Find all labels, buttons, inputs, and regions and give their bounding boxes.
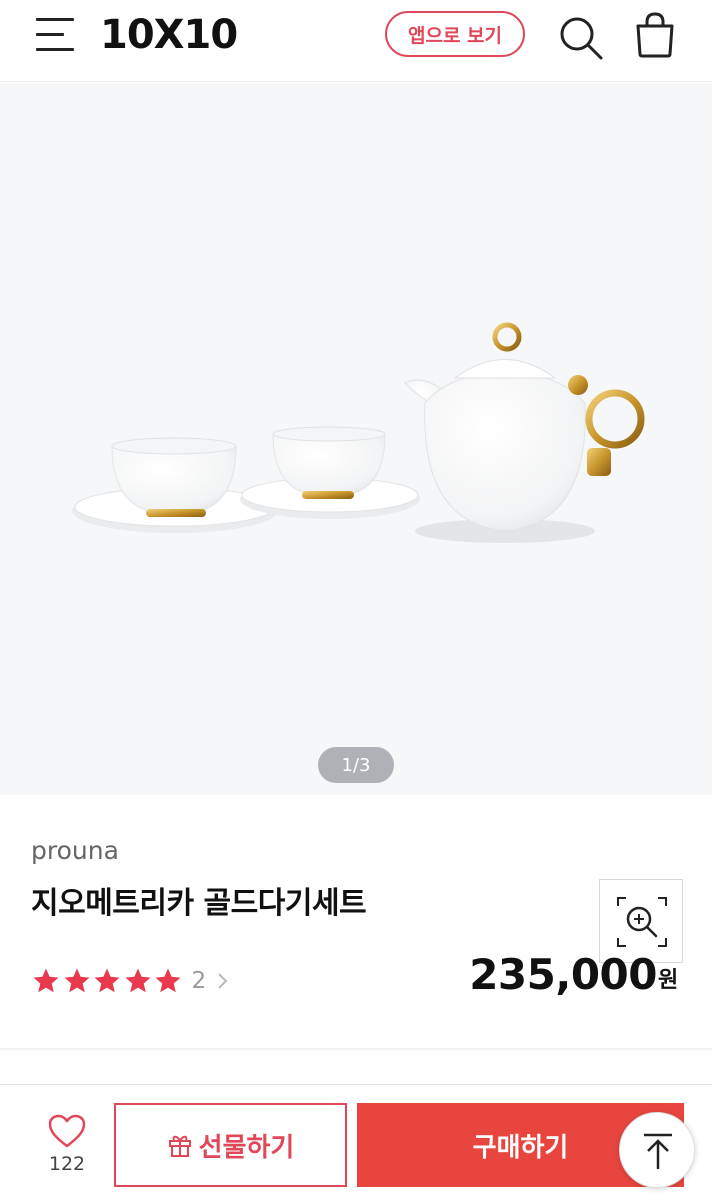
- review-count: 2: [191, 968, 207, 994]
- open-in-app-button[interactable]: 앱으로 보기: [385, 11, 525, 57]
- currency-unit: 원: [658, 968, 679, 993]
- section-divider: [0, 1048, 712, 1050]
- star-icon: [64, 968, 89, 993]
- menu-icon[interactable]: [36, 18, 76, 54]
- top-header: 10X10 앱으로 보기: [0, 0, 712, 82]
- star-icon: [125, 968, 150, 993]
- arrow-up-icon: [644, 1133, 672, 1169]
- product-title: 지오메트리카 골드다기세트: [31, 886, 367, 921]
- star-icon: [33, 968, 59, 993]
- shopping-bag-icon[interactable]: [630, 10, 680, 62]
- brand-name[interactable]: prouna: [31, 836, 119, 865]
- product-image-gallery[interactable]: 1/3: [0, 83, 712, 795]
- product-price: 235,000: [469, 950, 657, 999]
- star-icon: [94, 968, 120, 993]
- product-page: 10X10 앱으로 보기 1/3 prouna 지오메트리카 골드다기세트 2 …: [0, 0, 712, 1200]
- gift-button-label: 선물하기: [198, 1132, 295, 1163]
- site-logo[interactable]: 10X10: [100, 12, 238, 58]
- heart-icon: [48, 1114, 86, 1148]
- gift-icon: [168, 1135, 191, 1157]
- scroll-to-top-button[interactable]: [619, 1112, 695, 1188]
- bottom-action-bar: 122 선물하기 구매하기: [0, 1084, 712, 1200]
- search-icon[interactable]: [556, 12, 606, 62]
- star-icon: [155, 968, 181, 993]
- chevron-right-icon: [218, 973, 228, 989]
- wishlist-button[interactable]: 122: [40, 1113, 94, 1181]
- product-photo: [72, 322, 645, 543]
- wishlist-count: 122: [48, 1153, 86, 1175]
- gift-button[interactable]: 선물하기: [114, 1103, 347, 1187]
- image-pager: 1/3: [318, 747, 394, 783]
- rating-stars[interactable]: 2: [31, 964, 230, 998]
